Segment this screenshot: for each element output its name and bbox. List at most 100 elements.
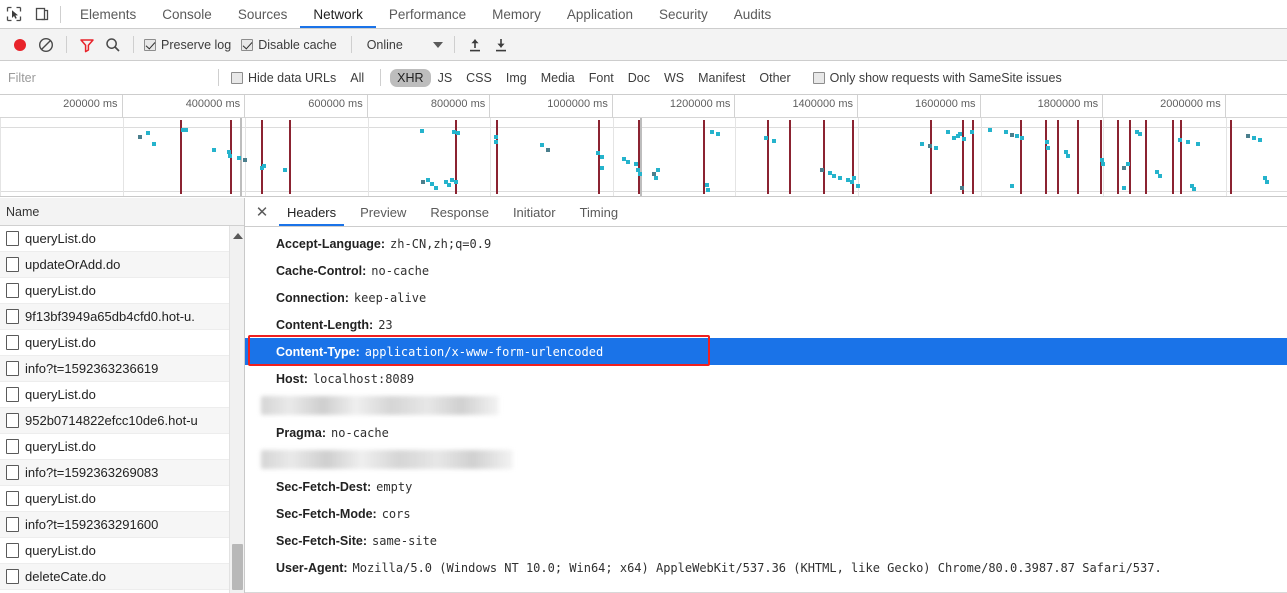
- filter-icon[interactable]: [74, 32, 100, 58]
- request-name: info?t=1592363236619: [25, 361, 159, 376]
- load-event-marker: [930, 120, 932, 194]
- request-list-item[interactable]: queryList.do: [0, 382, 244, 408]
- tab-performance[interactable]: Performance: [376, 0, 479, 28]
- request-list-item[interactable]: info?t=1592363269083: [0, 460, 244, 486]
- header-row-redacted[interactable]: [245, 392, 1287, 419]
- filter-input[interactable]: [4, 67, 209, 88]
- tab-sources[interactable]: Sources: [225, 0, 301, 28]
- filter-type-manifest[interactable]: Manifest: [691, 69, 752, 87]
- timeline-tick: 1200000 ms: [613, 95, 736, 118]
- request-timing-dot: [421, 180, 425, 184]
- samesite-checkbox[interactable]: Only show requests with SameSite issues: [810, 71, 1069, 85]
- request-list-item[interactable]: queryList.do: [0, 226, 244, 252]
- header-row[interactable]: Sec-Fetch-Dest: empty: [245, 473, 1287, 500]
- request-list-item[interactable]: 9f13bf3949a65db4cfd0.hot-u.: [0, 304, 244, 330]
- load-event-marker: [962, 120, 964, 194]
- request-list-item[interactable]: queryList.do: [0, 330, 244, 356]
- disable-cache-checkbox[interactable]: Disable cache: [238, 38, 344, 52]
- search-icon[interactable]: [100, 32, 126, 58]
- header-name: Sec-Fetch-Mode:: [276, 506, 377, 521]
- load-event-marker: [767, 120, 769, 194]
- header-row[interactable]: Cache-Control: no-cache: [245, 257, 1287, 284]
- request-timing-dot: [1066, 154, 1070, 158]
- filter-type-all[interactable]: All: [343, 69, 371, 87]
- document-icon: [6, 517, 19, 532]
- filter-type-ws[interactable]: WS: [657, 69, 691, 87]
- request-list-item[interactable]: deleteCate.do: [0, 564, 244, 590]
- tab-label: Network: [313, 6, 363, 22]
- filter-type-xhr[interactable]: XHR: [390, 68, 431, 87]
- record-button[interactable]: [7, 32, 33, 58]
- tab-memory[interactable]: Memory: [479, 0, 554, 28]
- column-header-label: Name: [6, 204, 40, 219]
- device-toolbar-icon[interactable]: [28, 0, 56, 28]
- timeline-tick: 600000 ms: [245, 95, 368, 118]
- filter-type-media[interactable]: Media: [534, 69, 582, 87]
- header-row[interactable]: Content-Length: 23: [245, 311, 1287, 338]
- tab-console[interactable]: Console: [149, 0, 225, 28]
- header-row-redacted[interactable]: [245, 446, 1287, 473]
- tab-headers[interactable]: Headers: [275, 198, 348, 226]
- request-list-item[interactable]: queryList.do: [0, 538, 244, 564]
- tab-preview[interactable]: Preview: [348, 198, 418, 226]
- request-timing-dot: [1015, 134, 1019, 138]
- overview-window-edge[interactable]: [640, 118, 642, 196]
- request-timing-dot: [772, 139, 776, 143]
- header-row[interactable]: Sec-Fetch-Site: same-site: [245, 527, 1287, 554]
- tab-security[interactable]: Security: [646, 0, 721, 28]
- request-timing-dot: [970, 130, 974, 134]
- request-list-scrollbar[interactable]: [229, 226, 244, 593]
- request-timing-dot: [832, 174, 836, 178]
- header-name: Accept-Language:: [276, 236, 386, 251]
- request-timing-dot: [228, 154, 232, 158]
- request-list-item[interactable]: 952b0714822efcc10de6.hot-u: [0, 408, 244, 434]
- header-row[interactable]: Sec-Fetch-Mode: cors: [245, 500, 1287, 527]
- preserve-log-checkbox[interactable]: Preserve log: [141, 38, 238, 52]
- header-row[interactable]: Accept-Language: zh-CN,zh;q=0.9: [245, 230, 1287, 257]
- request-timing-dot: [1192, 187, 1196, 191]
- request-list-item[interactable]: queryList.do: [0, 486, 244, 512]
- request-timing-dot: [494, 135, 498, 139]
- header-row[interactable]: Content-Type: application/x-www-form-urle…: [245, 338, 1287, 365]
- header-row[interactable]: Host: localhost:8089: [245, 365, 1287, 392]
- filter-type-doc[interactable]: Doc: [621, 69, 657, 87]
- header-row[interactable]: Pragma: no-cache: [245, 419, 1287, 446]
- inspect-cursor-icon[interactable]: [0, 0, 28, 28]
- tab-network[interactable]: Network: [300, 0, 376, 28]
- network-overview-graph[interactable]: [0, 118, 1287, 197]
- filter-type-other[interactable]: Other: [752, 69, 797, 87]
- filter-type-css[interactable]: CSS: [459, 69, 499, 87]
- devtools-window: Elements Console Sources Network Perform…: [0, 0, 1287, 593]
- column-header-name[interactable]: Name: [0, 198, 244, 226]
- request-timing-dot: [434, 186, 438, 190]
- request-list-item[interactable]: updateOrAdd.do: [0, 252, 244, 278]
- load-event-marker: [1045, 120, 1047, 194]
- tab-timing[interactable]: Timing: [568, 198, 631, 226]
- request-list-item[interactable]: queryList.do: [0, 434, 244, 460]
- request-timing-dot: [710, 130, 714, 134]
- throttling-dropdown[interactable]: Online: [359, 38, 447, 52]
- header-row[interactable]: User-Agent: Mozilla/5.0 (Windows NT 10.0;…: [245, 554, 1287, 581]
- request-timing-dot: [706, 188, 710, 192]
- request-list-item[interactable]: info?t=1592363291600: [0, 512, 244, 538]
- close-icon[interactable]: ✕: [249, 199, 275, 225]
- tab-initiator[interactable]: Initiator: [501, 198, 568, 226]
- tab-audits[interactable]: Audits: [721, 0, 785, 28]
- filter-type-font[interactable]: Font: [582, 69, 621, 87]
- header-row[interactable]: Connection: keep-alive: [245, 284, 1287, 311]
- tab-elements[interactable]: Elements: [67, 0, 149, 28]
- request-list-item[interactable]: info?t=1592363236619: [0, 356, 244, 382]
- filter-type-js[interactable]: JS: [431, 69, 460, 87]
- scroll-up-arrow-icon[interactable]: [233, 233, 243, 239]
- filter-type-img[interactable]: Img: [499, 69, 534, 87]
- hide-data-urls-checkbox[interactable]: Hide data URLs: [228, 71, 343, 85]
- tab-response[interactable]: Response: [418, 198, 501, 226]
- export-har-icon[interactable]: [488, 32, 514, 58]
- import-har-icon[interactable]: [462, 32, 488, 58]
- scrollbar-thumb[interactable]: [232, 544, 243, 590]
- request-list-item[interactable]: queryList.do: [0, 278, 244, 304]
- request-timing-dot: [1122, 166, 1126, 170]
- clear-button[interactable]: [33, 32, 59, 58]
- tab-application[interactable]: Application: [554, 0, 646, 28]
- tab-label: Performance: [388, 6, 467, 22]
